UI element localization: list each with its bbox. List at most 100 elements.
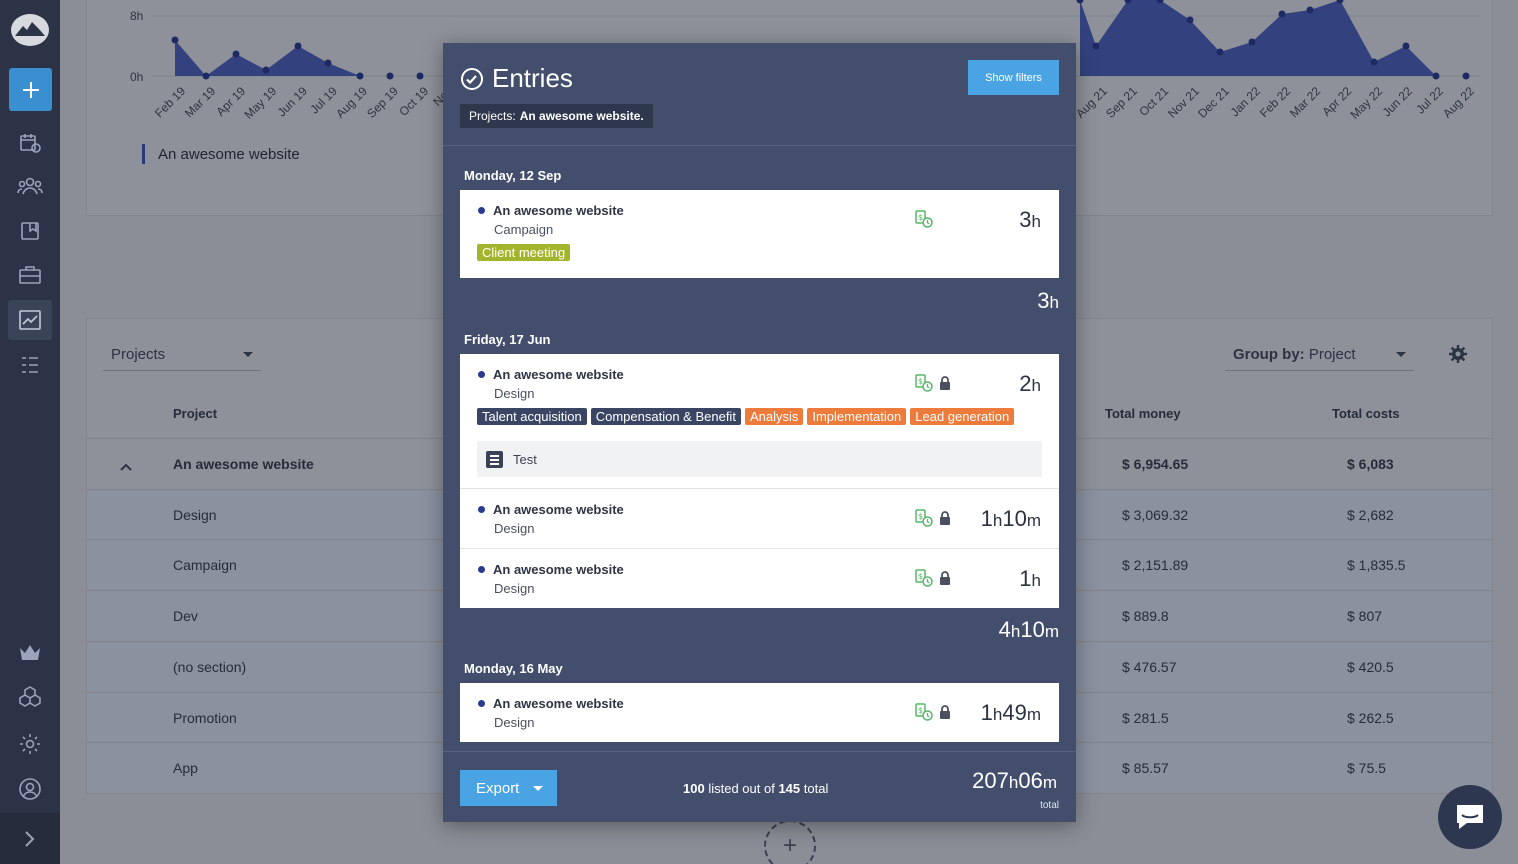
entry-section: Design [494, 715, 535, 730]
data-point[interactable] [1306, 6, 1314, 14]
data-point[interactable] [1248, 38, 1256, 46]
data-point[interactable] [416, 72, 424, 80]
y-tick-label: 8h [130, 9, 144, 23]
duration-hours: 3 [1019, 207, 1032, 232]
day-entries: An awesome website Design $1h49m [460, 683, 1059, 742]
book-icon[interactable] [15, 216, 45, 246]
entry-duration[interactable]: 3h [1019, 207, 1041, 233]
cubes-icon[interactable] [15, 682, 45, 712]
day-subtotal: 4h10m [998, 617, 1059, 642]
entry-project: An awesome website [493, 562, 624, 577]
data-point[interactable] [1278, 10, 1286, 18]
billable-icon: $ [915, 703, 933, 721]
chevron-up-icon[interactable] [120, 458, 132, 476]
entries-modal: Entries Show filters Projects: An awesome… [443, 43, 1076, 822]
entries-list[interactable]: Monday, 12 Sep An awesome website Campaign… [443, 147, 1076, 751]
projects-dropdown[interactable]: Projects [103, 338, 261, 371]
duration-hours: 2 [1019, 371, 1032, 396]
svg-text:$: $ [918, 706, 923, 715]
entry-duration[interactable]: 1h10m [981, 506, 1041, 532]
data-point[interactable] [1186, 16, 1194, 24]
tag-badge: Compensation & Benefit [590, 408, 741, 425]
add-widget-button[interactable]: + [764, 820, 816, 864]
time-entry[interactable]: An awesome website Campaign Client meeting… [460, 190, 1059, 278]
data-point[interactable] [262, 66, 270, 74]
time-entry[interactable]: An awesome website Design $1h10m [460, 489, 1059, 549]
filter-value: An awesome website. [519, 109, 644, 123]
col-header-total-money[interactable]: Total money [1105, 406, 1181, 421]
subtotal-minutes: 10 [1020, 617, 1045, 642]
time-entry[interactable]: An awesome website Design $1h49m [460, 683, 1059, 742]
chart-legend[interactable]: An awesome website [142, 144, 300, 164]
grand-total: 207h06m [972, 768, 1057, 793]
group-by-dropdown[interactable]: Group by: Project [1225, 338, 1414, 371]
col-header-project[interactable]: Project [173, 406, 217, 421]
svg-text:$: $ [918, 377, 923, 386]
entry-project-line: An awesome website [478, 502, 624, 517]
team-icon[interactable] [15, 171, 45, 201]
entry-status-icons: $ [915, 509, 951, 527]
day-header: Monday, 16 May [464, 661, 563, 676]
row-total-money: $ 2,151.89 [1122, 557, 1189, 574]
list-icon[interactable] [15, 350, 45, 380]
data-point[interactable] [356, 72, 364, 80]
total-label: total [1040, 800, 1059, 811]
entry-project: An awesome website [493, 696, 624, 711]
entry-project: An awesome website [493, 203, 624, 218]
reports-icon[interactable] [8, 300, 52, 340]
export-label: Export [476, 779, 520, 797]
time-entry[interactable]: An awesome website Design Talent acquisiti… [460, 354, 1059, 489]
data-point[interactable] [171, 36, 179, 44]
billable-icon: $ [915, 374, 933, 392]
add-icon[interactable] [9, 68, 52, 111]
project-color-dot [478, 506, 485, 513]
entry-project-line: An awesome website [478, 562, 624, 577]
export-button[interactable]: Export [460, 770, 557, 806]
crown-icon[interactable] [15, 637, 45, 667]
gear-icon[interactable] [15, 729, 45, 759]
show-filters-button[interactable]: Show filters [968, 60, 1059, 95]
data-point[interactable] [1462, 72, 1470, 80]
duration-minutes: 49 [1002, 700, 1027, 725]
time-entry[interactable]: An awesome website Design $1h [460, 549, 1059, 608]
row-project-name: An awesome website [173, 456, 314, 472]
data-point[interactable] [386, 72, 394, 80]
data-point[interactable] [294, 42, 302, 50]
row-total-costs: $ 2,682 [1347, 506, 1394, 523]
briefcase-icon[interactable] [15, 260, 45, 290]
data-point[interactable] [232, 50, 240, 58]
entry-duration[interactable]: 2h [1019, 371, 1041, 397]
table-settings-icon[interactable] [1448, 344, 1468, 369]
entry-duration[interactable]: 1h [1019, 566, 1041, 592]
data-point[interactable] [1216, 48, 1224, 56]
data-point[interactable] [1076, 0, 1084, 4]
svg-text:$: $ [918, 512, 923, 521]
data-point[interactable] [1092, 42, 1100, 50]
duration-hours: 1 [980, 700, 993, 725]
modal-header: Entries Show filters Projects: An awesome… [443, 43, 1076, 146]
entry-status-icons: $ [915, 374, 951, 392]
day-header: Monday, 12 Sep [464, 168, 562, 183]
row-project-name: (no section) [173, 658, 247, 675]
entries-count: 100 listed out of 145 total [683, 781, 828, 796]
data-point[interactable] [1432, 72, 1440, 80]
row-project-name: Design [173, 506, 217, 523]
col-header-total-costs[interactable]: Total costs [1332, 406, 1400, 421]
entry-section: Design [494, 581, 535, 596]
user-icon[interactable] [15, 774, 45, 804]
data-point[interactable] [324, 59, 332, 67]
series-area-left [175, 40, 450, 76]
data-point[interactable] [1402, 42, 1410, 50]
chevron-down-icon[interactable] [533, 786, 543, 791]
chevron-down-icon [243, 351, 253, 357]
entry-tags: Client meeting [477, 244, 571, 261]
calendar-clock-icon[interactable] [15, 128, 45, 158]
data-point[interactable] [1370, 58, 1378, 66]
entry-duration[interactable]: 1h49m [981, 700, 1041, 726]
data-point[interactable] [202, 72, 210, 80]
chat-button[interactable] [1438, 785, 1502, 849]
expand-sidebar-icon[interactable] [0, 813, 60, 864]
billable-icon: $ [915, 509, 933, 527]
count-mid: listed out of [708, 781, 775, 796]
logo-icon[interactable] [11, 14, 49, 46]
